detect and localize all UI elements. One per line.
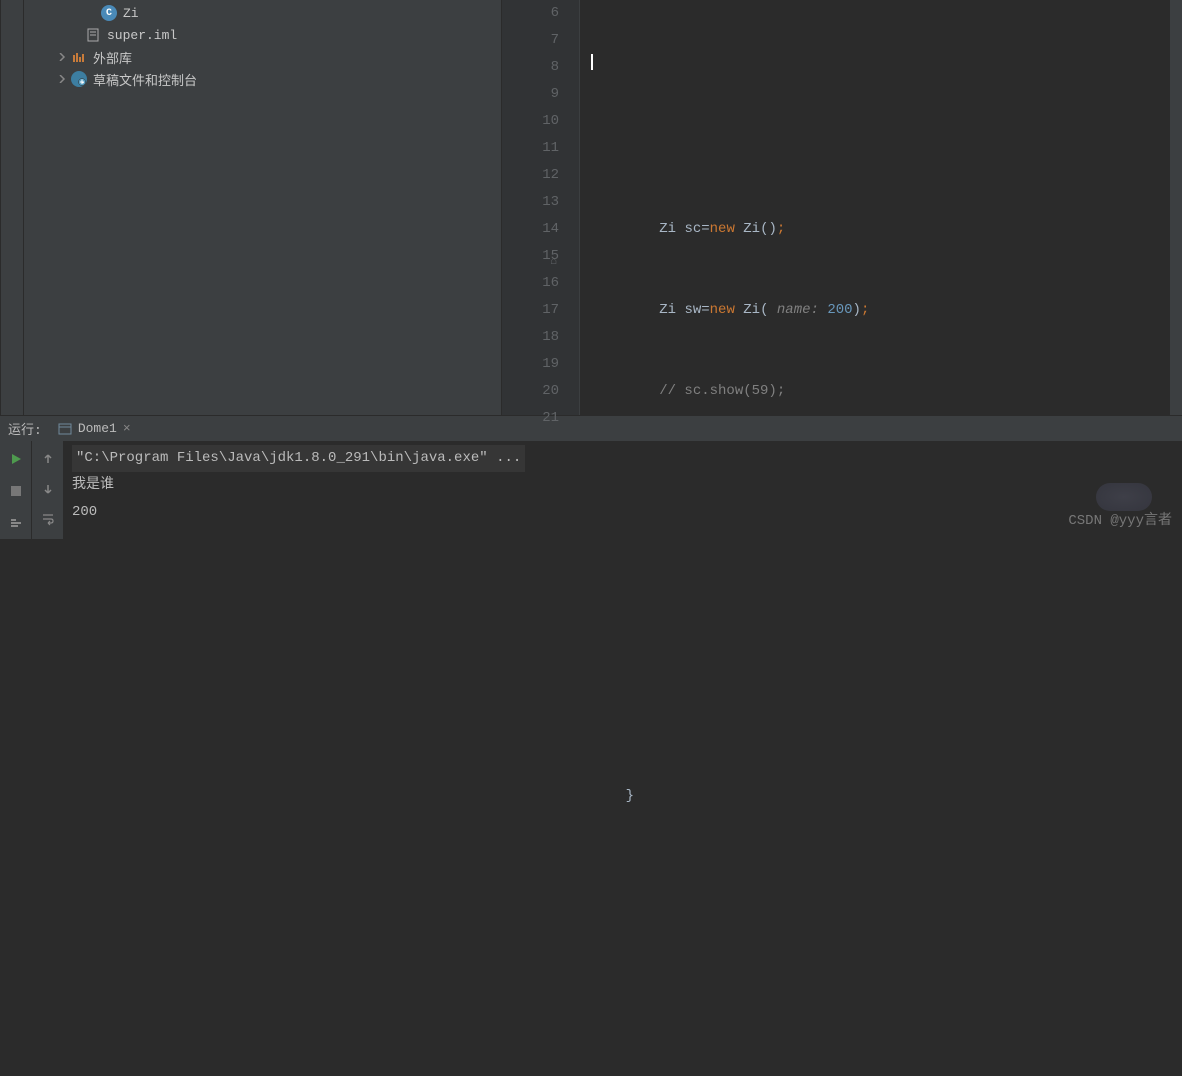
stop-button[interactable] xyxy=(6,481,26,501)
run-tab[interactable]: Dome1 × xyxy=(54,416,135,441)
line-number: 21 xyxy=(502,405,559,432)
application-icon xyxy=(58,422,72,436)
line-number: 14 xyxy=(502,216,559,243)
editor: 6 7 8 9 10 11 12 13 14 15⌂ 16 17 18 19 2… xyxy=(502,0,1182,415)
run-label: 运行: xyxy=(8,419,42,438)
line-number: 10 xyxy=(502,108,559,135)
method-end-icon: ⌂ xyxy=(550,249,557,276)
line-number: 6 xyxy=(502,0,559,27)
tree-label: 外部库 xyxy=(93,48,132,67)
chevron-right-icon xyxy=(57,74,67,84)
up-button[interactable] xyxy=(38,449,58,469)
layout-button[interactable] xyxy=(6,513,26,533)
caret xyxy=(591,54,593,70)
project-sidebar: C Zi super.iml 外部库 草稿文件和控制台 xyxy=(0,0,502,415)
tree-label: 草稿文件和控制台 xyxy=(93,70,197,89)
line-number: 19 xyxy=(502,351,559,378)
run-toolbar-secondary xyxy=(32,441,64,539)
line-number: 18 xyxy=(502,324,559,351)
console-output[interactable]: "C:\Program Files\Java\jdk1.8.0_291\bin\… xyxy=(64,441,1182,539)
line-number: 13 xyxy=(502,189,559,216)
php-badge-icon xyxy=(1096,483,1152,511)
line-number: 11 xyxy=(502,135,559,162)
soft-wrap-button[interactable] xyxy=(38,509,58,529)
editor-gutter[interactable]: 6 7 8 9 10 11 12 13 14 15⌂ 16 17 18 19 2… xyxy=(502,0,580,415)
line-number: 15⌂ xyxy=(502,243,559,270)
tree-label: super.iml xyxy=(107,28,177,43)
run-tab-label: Dome1 xyxy=(78,421,117,436)
line-number: 12 xyxy=(502,162,559,189)
scratch-icon xyxy=(71,71,87,87)
editor-scrollbar[interactable] xyxy=(1170,0,1182,415)
tree-item-class-zi[interactable]: C Zi xyxy=(1,2,501,24)
file-icon xyxy=(85,27,101,43)
line-number: 8 xyxy=(502,54,559,81)
line-number: 20 xyxy=(502,378,559,405)
console-line: 200 xyxy=(72,499,1182,526)
console-line: "C:\Program Files\Java\jdk1.8.0_291\bin\… xyxy=(72,445,525,472)
run-toolbar-primary xyxy=(0,441,32,539)
tree-item-iml[interactable]: super.iml xyxy=(1,24,501,46)
close-icon[interactable]: × xyxy=(123,421,131,436)
library-icon xyxy=(71,49,87,65)
line-number: 7 xyxy=(502,27,559,54)
console-line: 我是谁 xyxy=(72,472,1182,499)
rerun-button[interactable] xyxy=(6,449,26,469)
line-number: 17 xyxy=(502,297,559,324)
chevron-right-icon xyxy=(57,52,67,62)
tree-label: Zi xyxy=(123,6,139,21)
down-button[interactable] xyxy=(38,479,58,499)
class-icon: C xyxy=(101,5,117,21)
line-number: 9 xyxy=(502,81,559,108)
watermark: CSDN @yyy言者 xyxy=(1068,508,1172,535)
tree-item-ext-libraries[interactable]: 外部库 xyxy=(1,46,501,68)
tree-item-scratches[interactable]: 草稿文件和控制台 xyxy=(1,68,501,90)
code-area[interactable]: Zi sc=new Zi(); Zi sw=new Zi( name: 200)… xyxy=(580,0,1170,415)
